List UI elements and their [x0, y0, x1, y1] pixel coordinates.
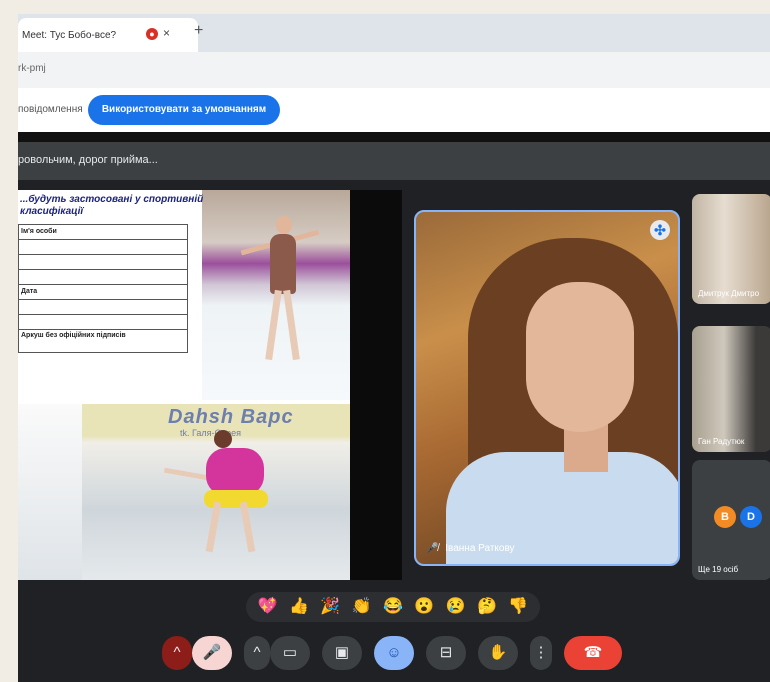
- caption-bar: ровольчим, дорог прийма...: [18, 142, 770, 180]
- notification-bar: повідомлення Використовувати за умовчанн…: [18, 88, 770, 132]
- avatar: D: [740, 506, 762, 528]
- shared-slide: ...будуть застосовані у спортивній класи…: [18, 190, 350, 580]
- browser-tab[interactable]: Meet: Тус Бобо-все? ● ×: [18, 18, 198, 52]
- avatar: B: [714, 506, 736, 528]
- form-row: Аркуш без офіційних підписів: [18, 330, 188, 353]
- thinking-reaction-icon[interactable]: 🤔: [477, 599, 497, 615]
- address-text: rk-pmj: [18, 63, 46, 74]
- mic-off-icon: 🎤̸: [426, 543, 439, 554]
- call-controls: ^ 🎤 ^ ▭ ▣ ☺ ⊟ ✋ ⋮ ☎: [18, 630, 770, 682]
- form-row: [18, 240, 188, 255]
- form-row: Ім'я особи: [18, 224, 188, 240]
- mic-toggle-button[interactable]: 🎤: [192, 636, 232, 670]
- meet-top-strip: [18, 132, 770, 142]
- captions-button[interactable]: ▣: [322, 636, 362, 670]
- skater-body: [270, 234, 296, 294]
- skater-head: [214, 430, 232, 448]
- participant-name-text: Іванна Раткову: [445, 543, 515, 554]
- use-default-button[interactable]: Використовувати за умовчанням: [88, 95, 280, 125]
- form-row: [18, 255, 188, 270]
- skater-body: [206, 448, 264, 496]
- party-reaction-icon[interactable]: 🎉: [320, 599, 340, 615]
- tab-title: Meet: Тус Бобо-все?: [22, 29, 117, 41]
- address-bar[interactable]: rk-pmj: [18, 52, 770, 88]
- slide-form: Ім'я особи Дата Аркуш без офіційних підп…: [18, 224, 188, 353]
- tab-bar: Meet: Тус Бобо-все? ● × +: [18, 14, 770, 52]
- heart-reaction-icon[interactable]: 💖: [258, 599, 278, 615]
- end-call-button[interactable]: ☎: [564, 636, 622, 670]
- active-speaker-tile[interactable]: ✣ 🎤̸ Іванна Раткову: [414, 210, 680, 566]
- reactions-bar: 💖 👍 🎉 👏 😂 😮 😢 🤔 👎: [246, 592, 540, 622]
- participant-name: Дмитрук Дмитро: [698, 289, 760, 298]
- presentation-margin: [350, 190, 402, 580]
- rink-banner: Dahsh Bapc: [168, 406, 294, 428]
- more-participants-label: Ще 19 осіб: [698, 565, 739, 574]
- pin-icon[interactable]: ✣: [650, 220, 670, 240]
- tab-audio-icon[interactable]: ●: [146, 28, 158, 40]
- raise-hand-button[interactable]: ✋: [478, 636, 518, 670]
- notification-text: повідомлення: [18, 104, 83, 115]
- participant-tile[interactable]: Дмитрук Дмитро: [692, 194, 770, 304]
- send-reaction-button[interactable]: ☺: [374, 636, 414, 670]
- sad-reaction-icon[interactable]: 😢: [446, 599, 466, 615]
- thumbs-up-reaction-icon[interactable]: 👍: [289, 599, 309, 615]
- form-row: [18, 315, 188, 330]
- form-row: [18, 300, 188, 315]
- participant-video-face: [526, 282, 634, 432]
- surprised-reaction-icon[interactable]: 😮: [414, 599, 434, 615]
- new-tab-icon[interactable]: +: [194, 22, 203, 40]
- slide-title: ...будуть застосовані у спортивній класи…: [20, 194, 204, 217]
- participant-name: Ган Радутюк: [698, 437, 745, 446]
- form-row: Дата: [18, 285, 188, 300]
- thumbs-down-reaction-icon[interactable]: 👎: [508, 599, 528, 615]
- participant-name: 🎤̸ Іванна Раткову: [426, 543, 515, 554]
- more-options-button[interactable]: ⋮: [530, 636, 552, 670]
- skater-head: [276, 216, 292, 234]
- camera-toggle-button[interactable]: ▭: [270, 636, 310, 670]
- participant-tile[interactable]: Ган Радутюк: [692, 326, 770, 452]
- laugh-reaction-icon[interactable]: 😂: [383, 599, 403, 615]
- browser-window: Meet: Тус Бобо-все? ● × + rk-pmj повідом…: [18, 14, 770, 682]
- slide-photo-left: [18, 404, 82, 580]
- form-row: [18, 270, 188, 285]
- mic-options-button[interactable]: ^: [162, 636, 192, 670]
- clap-reaction-icon[interactable]: 👏: [352, 599, 372, 615]
- more-participants-tile[interactable]: B D Ще 19 осіб: [692, 460, 770, 580]
- camera-options-button[interactable]: ^: [244, 636, 270, 670]
- tab-close-icon[interactable]: ×: [163, 26, 170, 40]
- caption-text: ровольчим, дорог прийма...: [18, 154, 158, 166]
- present-screen-button[interactable]: ⊟: [426, 636, 466, 670]
